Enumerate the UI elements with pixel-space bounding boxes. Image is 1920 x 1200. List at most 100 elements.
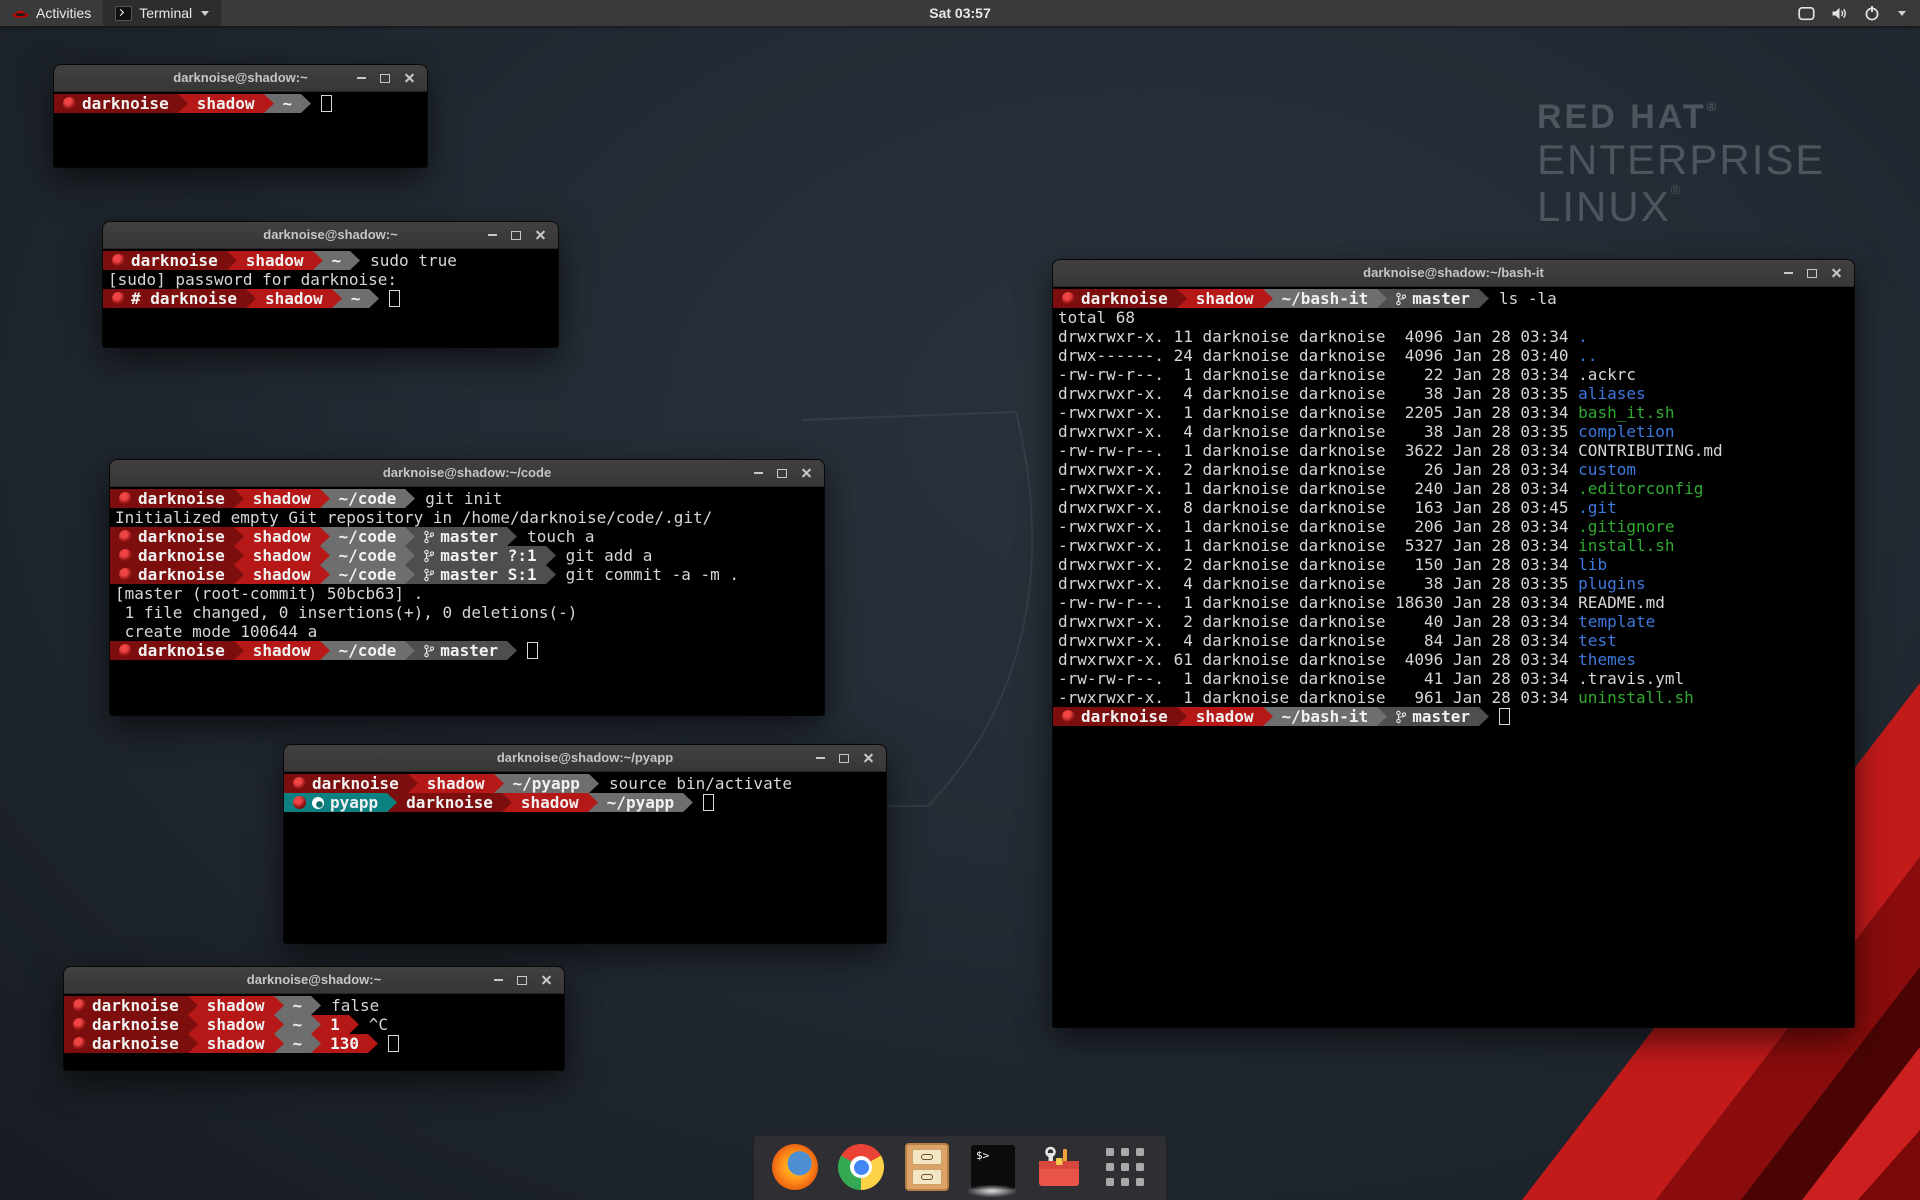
- prompt-segment: darknoise: [110, 641, 234, 660]
- prompt-segment-text: ~/code: [339, 641, 397, 660]
- registered-mark: ®: [1707, 99, 1720, 114]
- terminal-window-bashit[interactable]: darknoise@shadow:~/bash-it darknoiseshad…: [1053, 260, 1854, 1027]
- terminal-window-pyapp[interactable]: darknoise@shadow:~/pyapp darknoiseshadow…: [284, 745, 886, 943]
- terminal-window-code[interactable]: darknoise@shadow:~/code darknoiseshadow~…: [110, 460, 824, 715]
- app-menu-terminal[interactable]: Terminal: [103, 0, 221, 26]
- desktop: RED HAT® ENTERPRISE LINUX® Activities Te…: [0, 0, 1920, 1200]
- terminal-line: darknoiseshadow~/bash-itmaster: [1053, 707, 1854, 726]
- close-button[interactable]: [794, 460, 818, 486]
- prompt-segment-text: shadow: [427, 774, 485, 793]
- minimize-button[interactable]: [349, 65, 373, 91]
- terminal-content[interactable]: darknoiseshadow~falsedarknoiseshadow~1^C…: [64, 994, 564, 1053]
- file-meta: -rw-rw-r--. 1 darknoise darknoise 41 Jan…: [1058, 669, 1578, 688]
- prompt-segment-text: shadow: [1196, 707, 1254, 726]
- dock-item-files[interactable]: [904, 1144, 950, 1190]
- powerline-separator: [332, 289, 342, 308]
- maximize-button[interactable]: [1800, 260, 1824, 286]
- titlebar[interactable]: darknoise@shadow:~/pyapp: [284, 745, 886, 772]
- file-list-row: -rwxrwxr-x. 1 darknoise darknoise 240 Ja…: [1053, 479, 1854, 498]
- prompt-segment: master S:1: [415, 565, 545, 584]
- prompt-segment: darknoise: [110, 565, 234, 584]
- terminal-content[interactable]: darknoiseshadow~/bash-itmasterls -latota…: [1053, 287, 1854, 726]
- titlebar[interactable]: darknoise@shadow:~: [64, 967, 564, 994]
- close-button[interactable]: [528, 222, 552, 248]
- close-button[interactable]: [534, 967, 558, 993]
- file-meta: drwxrwxr-x. 4 darknoise darknoise 38 Jan…: [1058, 384, 1578, 403]
- titlebar[interactable]: darknoise@shadow:~: [54, 65, 427, 92]
- prompt-segment: shadow: [418, 774, 494, 793]
- volume-icon[interactable]: [1831, 6, 1848, 21]
- clock[interactable]: Sat 03:57: [0, 5, 1920, 21]
- powerline-separator: [188, 996, 198, 1015]
- terminal-line: darknoiseshadow~/codemaster ?:1git add a: [110, 546, 824, 565]
- maximize-button[interactable]: [832, 745, 856, 771]
- dock-item-terminal[interactable]: $>: [970, 1144, 1016, 1190]
- prompt-segment-text: master: [440, 527, 498, 546]
- prompt-segment-text: darknoise: [82, 94, 169, 113]
- dock-item-firefox[interactable]: [772, 1144, 818, 1190]
- chevron-down-icon[interactable]: [1898, 11, 1906, 16]
- terminal-line: darknoiseshadow~: [54, 94, 427, 113]
- prompt-segment: master ?:1: [415, 546, 545, 565]
- powerline-separator: [1263, 289, 1273, 308]
- titlebar[interactable]: darknoise@shadow:~/code: [110, 460, 824, 487]
- prompt-segment-text: 130: [330, 1034, 359, 1053]
- powerline-separator: [188, 1015, 198, 1034]
- minimize-button[interactable]: [808, 745, 832, 771]
- powerline-separator: [1177, 289, 1187, 308]
- minimize-button[interactable]: [746, 460, 770, 486]
- redhat-prompt-icon: [119, 530, 132, 543]
- terminal-window-sudo[interactable]: darknoise@shadow:~ darknoiseshadow~sudo …: [103, 222, 558, 347]
- terminal-cursor: [389, 290, 400, 307]
- minimize-button[interactable]: [480, 222, 504, 248]
- prompt-segment: darknoise: [110, 527, 234, 546]
- activities-button[interactable]: Activities: [0, 0, 103, 26]
- file-meta: drwx------. 24 darknoise darknoise 4096 …: [1058, 346, 1578, 365]
- minimize-button[interactable]: [1776, 260, 1800, 286]
- minimize-button[interactable]: [486, 967, 510, 993]
- terminal-line: # darknoiseshadow~: [103, 289, 558, 308]
- terminal-content[interactable]: darknoiseshadow~/pyappsource bin/activat…: [284, 772, 886, 812]
- prompt-segment: darknoise: [64, 1034, 188, 1053]
- prompt-segment: ~: [284, 1034, 312, 1053]
- prompt-segment: ~: [284, 1015, 312, 1034]
- file-meta: drwxrwxr-x. 61 darknoise darknoise 4096 …: [1058, 650, 1578, 669]
- power-icon[interactable]: [1864, 5, 1880, 21]
- maximize-button[interactable]: [504, 222, 528, 248]
- display-icon[interactable]: [1798, 6, 1815, 21]
- close-button[interactable]: [397, 65, 421, 91]
- prompt-segment-text: shadow: [521, 793, 579, 812]
- prompt-segment: darknoise: [1053, 289, 1177, 308]
- maximize-button[interactable]: [373, 65, 397, 91]
- terminal-icon: $>: [971, 1145, 1015, 1189]
- terminal-content[interactable]: darknoiseshadow~/codegit initInitialized…: [110, 487, 824, 660]
- dock-item-toolbox[interactable]: [1036, 1144, 1082, 1190]
- prompt-segment: ~/code: [330, 546, 406, 565]
- file-list-row: drwxrwxr-x. 4 darknoise darknoise 38 Jan…: [1053, 384, 1854, 403]
- file-list-row: -rwxrwxr-x. 1 darknoise darknoise 5327 J…: [1053, 536, 1854, 555]
- titlebar[interactable]: darknoise@shadow:~: [103, 222, 558, 249]
- file-list-row: -rwxrwxr-x. 1 darknoise darknoise 961 Ja…: [1053, 688, 1854, 707]
- terminal-content[interactable]: darknoiseshadow~sudo true[sudo] password…: [103, 249, 558, 308]
- dock-item-chrome[interactable]: [838, 1144, 884, 1190]
- redhat-prompt-icon: [112, 254, 125, 267]
- file-meta: -rw-rw-r--. 1 darknoise darknoise 22 Jan…: [1058, 365, 1578, 384]
- terminal-window-home-2[interactable]: darknoise@shadow:~ darknoiseshadow~false…: [64, 967, 564, 1070]
- maximize-button[interactable]: [770, 460, 794, 486]
- file-meta: -rwxrwxr-x. 1 darknoise darknoise 5327 J…: [1058, 536, 1578, 555]
- file-list-row: drwx------. 24 darknoise darknoise 4096 …: [1053, 346, 1854, 365]
- titlebar[interactable]: darknoise@shadow:~/bash-it: [1053, 260, 1854, 287]
- powerline-separator: [234, 489, 244, 508]
- terminal-content[interactable]: darknoiseshadow~: [54, 92, 427, 113]
- terminal-window-home-1[interactable]: darknoise@shadow:~ darknoiseshadow~: [54, 65, 427, 167]
- dock-item-app-grid[interactable]: [1102, 1144, 1148, 1190]
- file-meta: drwxrwxr-x. 8 darknoise darknoise 163 Ja…: [1058, 498, 1578, 517]
- powerline-separator: [313, 251, 323, 270]
- powerline-separator: [589, 774, 599, 793]
- app-grid-icon: [1106, 1148, 1144, 1186]
- prompt-segment-text: ~/code: [339, 565, 397, 584]
- git-branch-icon: [1396, 292, 1406, 306]
- close-button[interactable]: [856, 745, 880, 771]
- maximize-button[interactable]: [510, 967, 534, 993]
- close-button[interactable]: [1824, 260, 1848, 286]
